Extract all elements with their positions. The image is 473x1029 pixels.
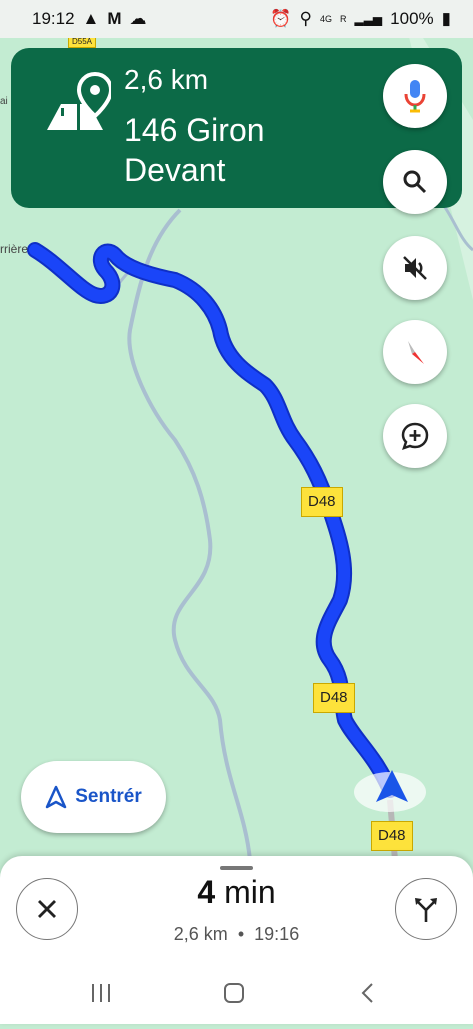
- road-label: D48: [371, 821, 413, 851]
- add-comment-icon: [401, 422, 429, 450]
- recenter-label: Sentrér: [75, 786, 142, 807]
- compass-icon: [408, 341, 424, 364]
- separator: •: [237, 924, 245, 944]
- location-icon: ⚲: [299, 9, 312, 28]
- add-report-button[interactable]: [383, 404, 447, 468]
- back-button[interactable]: [361, 983, 373, 1003]
- alarm-icon: ⏰: [270, 9, 292, 28]
- network-type: 4G: [319, 14, 332, 24]
- status-time: 19:12: [32, 9, 75, 28]
- recent-apps-button[interactable]: [92, 984, 110, 1002]
- road-label: D48: [301, 487, 343, 517]
- remaining-distance: 2,6 km: [173, 924, 228, 944]
- road-label: D48: [313, 683, 355, 713]
- network-roaming: R: [339, 14, 347, 24]
- system-nav-bar: [0, 970, 473, 1024]
- compass-button[interactable]: [383, 320, 447, 384]
- navigation-arrow-icon: [45, 785, 67, 809]
- microphone-icon: [404, 80, 426, 113]
- signal-icon: ▂▃▅: [354, 12, 383, 26]
- route-options-icon: [415, 898, 437, 922]
- gmail-icon: M: [107, 9, 122, 28]
- battery-icon: ▮: [441, 9, 451, 28]
- destination-road-icon: [47, 72, 111, 130]
- arrival-time: 19:16: [254, 924, 300, 944]
- voice-search-button[interactable]: [383, 64, 447, 128]
- place-label-edge: ai: [0, 96, 8, 107]
- turn-distance: 2,6 km: [124, 64, 209, 95]
- home-button[interactable]: [224, 983, 244, 1003]
- search-button[interactable]: [383, 150, 447, 214]
- alternate-routes-button[interactable]: [395, 878, 457, 940]
- search-icon: [403, 170, 427, 194]
- recenter-button[interactable]: Sentrér: [21, 761, 166, 833]
- sheet-handle[interactable]: [220, 866, 253, 870]
- navigation-icon: ▲: [82, 9, 100, 28]
- place-label: rrière: [0, 242, 29, 256]
- mute-button[interactable]: [383, 236, 447, 300]
- status-bar: 19:12 ▲ M ☁ ⏰ ⚲ 4G R ▂▃▅ 100% ▮: [0, 0, 473, 38]
- cloud-icon: ☁: [129, 9, 147, 28]
- battery-percent: 100%: [390, 9, 434, 28]
- sound-off-icon: [403, 256, 427, 280]
- destination-street: 146 Giron Devant: [124, 112, 265, 188]
